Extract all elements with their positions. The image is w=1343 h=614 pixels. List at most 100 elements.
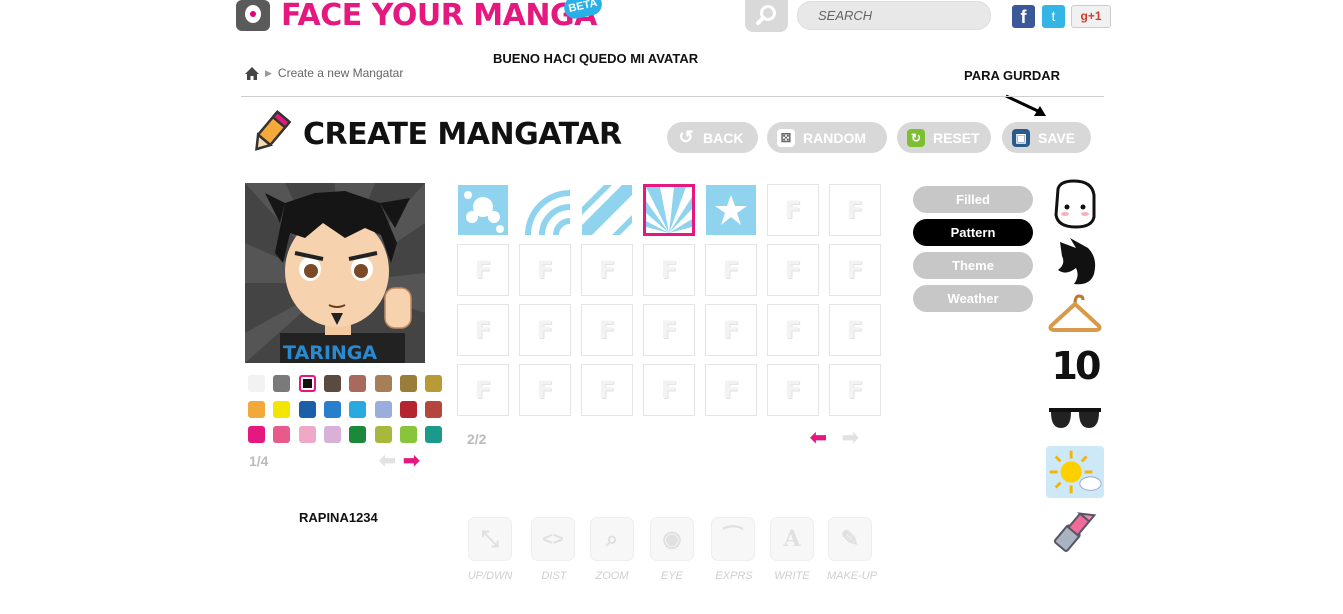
tool-label: EYE xyxy=(660,570,683,582)
color-swatch[interactable] xyxy=(425,400,443,418)
color-swatch[interactable] xyxy=(298,375,316,392)
empty-item-tile[interactable]: F xyxy=(643,304,695,356)
empty-item-tile[interactable]: F xyxy=(705,304,757,356)
grid-prev-arrow-icon[interactable]: ⬅ xyxy=(810,425,827,450)
color-swatch[interactable] xyxy=(425,426,443,443)
face-category[interactable] xyxy=(1046,178,1104,230)
color-swatch[interactable] xyxy=(399,400,417,418)
magnifier-icon: ⌕ xyxy=(605,526,619,551)
category-weather-button[interactable]: Weather xyxy=(913,285,1033,312)
empty-item-tile[interactable]: F xyxy=(829,244,881,296)
palette-prev-arrow-icon[interactable]: ⬅ xyxy=(379,448,396,473)
arrows-diagonal-icon: ⤡ xyxy=(481,526,499,551)
color-swatch[interactable] xyxy=(374,375,392,392)
save-button[interactable]: ▣ SAVE xyxy=(1002,122,1091,153)
placeholder-f-icon: F xyxy=(660,256,678,284)
search-input[interactable]: Search xyxy=(797,1,991,30)
hair-category[interactable] xyxy=(1046,235,1104,287)
color-swatch[interactable] xyxy=(374,426,392,443)
color-swatch[interactable] xyxy=(298,426,316,443)
empty-item-tile[interactable]: F xyxy=(643,364,695,416)
color-swatch[interactable] xyxy=(399,375,417,392)
category-pattern-button[interactable]: Pattern xyxy=(913,219,1033,246)
logo-icon[interactable] xyxy=(236,0,270,31)
empty-item-tile[interactable]: F xyxy=(705,364,757,416)
empty-item-tile[interactable]: F xyxy=(829,304,881,356)
placeholder-f-icon: F xyxy=(660,376,678,404)
empty-item-tile[interactable]: F xyxy=(457,304,509,356)
pattern-flower-tile[interactable] xyxy=(457,184,509,236)
color-swatch[interactable] xyxy=(323,400,341,418)
search-button[interactable] xyxy=(745,0,788,32)
number-category[interactable]: 10 xyxy=(1046,340,1104,392)
empty-item-tile[interactable]: F xyxy=(767,184,819,236)
avatar-preview: TARINGA xyxy=(245,183,425,363)
grid-page-indicator: 2/2 xyxy=(467,431,487,447)
pattern-rays-tile[interactable] xyxy=(643,184,695,236)
zoom-tool[interactable]: ⌕ xyxy=(590,517,634,561)
distance-icon: <> xyxy=(542,528,564,549)
color-swatch[interactable] xyxy=(298,400,316,418)
empty-item-tile[interactable]: F xyxy=(519,304,571,356)
empty-item-tile[interactable]: F xyxy=(829,364,881,416)
pattern-stripes-tile[interactable] xyxy=(581,184,633,236)
background-category[interactable] xyxy=(1046,446,1104,498)
user-annotation-save: PARA GURDAR xyxy=(964,68,1061,83)
search-icon xyxy=(755,5,776,25)
color-swatch[interactable] xyxy=(273,375,291,392)
distance-tool[interactable]: <> xyxy=(531,517,575,561)
color-swatch[interactable] xyxy=(248,400,265,418)
color-swatch[interactable] xyxy=(349,400,367,418)
up-down-tool[interactable]: ⤡ xyxy=(468,517,512,561)
empty-item-tile[interactable]: F xyxy=(457,364,509,416)
empty-item-tile[interactable]: F xyxy=(767,244,819,296)
expression-tool[interactable]: ⁀ xyxy=(711,517,755,561)
empty-item-tile[interactable]: F xyxy=(767,364,819,416)
color-swatch[interactable] xyxy=(349,375,367,392)
color-swatch[interactable] xyxy=(323,375,341,392)
empty-item-tile[interactable]: F xyxy=(643,244,695,296)
accessories-category[interactable] xyxy=(1046,393,1104,445)
color-swatch[interactable] xyxy=(349,426,367,443)
twitter-share-button[interactable]: t xyxy=(1042,5,1065,28)
category-filled-button[interactable]: Filled xyxy=(913,186,1033,213)
empty-item-tile[interactable]: F xyxy=(457,244,509,296)
empty-item-tile[interactable]: F xyxy=(581,364,633,416)
tool-label: UP/DWN xyxy=(467,570,513,582)
empty-item-tile[interactable]: F xyxy=(705,244,757,296)
color-swatch[interactable] xyxy=(425,375,443,392)
write-tool[interactable]: A xyxy=(770,517,814,561)
random-button[interactable]: ⚄ RANDOM xyxy=(767,122,887,153)
page-title: CREATE MANGATAR xyxy=(303,117,622,152)
home-icon[interactable] xyxy=(245,66,259,80)
color-swatch[interactable] xyxy=(399,426,417,443)
facebook-share-button[interactable]: f xyxy=(1012,5,1035,28)
back-button[interactable]: ↺ BACK xyxy=(667,122,758,153)
color-swatch[interactable] xyxy=(248,375,265,392)
empty-item-tile[interactable]: F xyxy=(519,364,571,416)
clothes-category[interactable] xyxy=(1046,287,1104,339)
color-swatch[interactable] xyxy=(374,400,392,418)
reset-button[interactable]: ↻ RESET xyxy=(897,122,991,153)
pattern-arcs-tile[interactable] xyxy=(519,184,571,236)
pattern-star-tile[interactable] xyxy=(705,184,757,236)
color-swatch[interactable] xyxy=(273,426,291,443)
makeup-tool[interactable]: ✎ xyxy=(828,517,872,561)
palette-next-arrow-icon[interactable]: ➡ xyxy=(403,448,420,473)
placeholder-f-icon: F xyxy=(598,376,616,404)
color-swatch[interactable] xyxy=(273,400,291,418)
empty-item-tile[interactable]: F xyxy=(829,184,881,236)
grid-next-arrow-icon[interactable]: ➡ xyxy=(842,425,859,450)
makeup-category[interactable] xyxy=(1046,503,1104,555)
empty-item-tile[interactable]: F xyxy=(767,304,819,356)
category-theme-button[interactable]: Theme xyxy=(913,252,1033,279)
google-plus-button[interactable]: g+1 xyxy=(1071,5,1111,28)
empty-item-tile[interactable]: F xyxy=(581,244,633,296)
placeholder-f-icon: F xyxy=(846,256,864,284)
color-swatch[interactable] xyxy=(323,426,341,443)
color-swatch[interactable] xyxy=(248,426,265,443)
eye-tool[interactable]: ◉ xyxy=(650,517,694,561)
site-logo-text[interactable]: FACE YOUR MANGA xyxy=(281,0,597,33)
empty-item-tile[interactable]: F xyxy=(581,304,633,356)
empty-item-tile[interactable]: F xyxy=(519,244,571,296)
